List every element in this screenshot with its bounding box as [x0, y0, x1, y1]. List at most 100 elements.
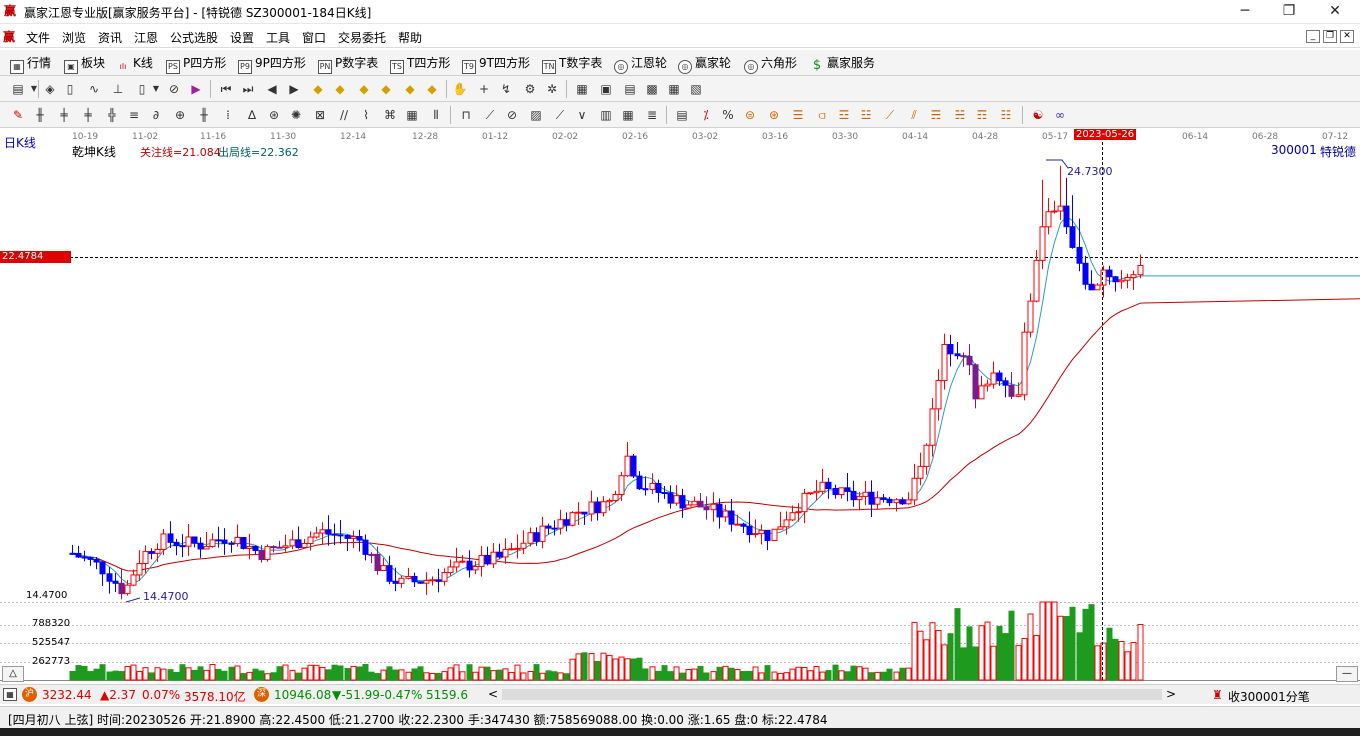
winner-wheel-button[interactable]: ◎ 赢家轮	[678, 55, 731, 74]
restore-button[interactable]: ❐	[1266, 0, 1312, 24]
calendar-icon[interactable]: ▦	[574, 81, 590, 97]
mdi-minimize-icon[interactable]: _	[1306, 30, 1320, 43]
tool3-icon[interactable]: ╪	[80, 107, 96, 123]
tool40-icon[interactable]: ☶	[974, 107, 990, 123]
tool12-icon[interactable]: ✺	[288, 107, 304, 123]
tool27-icon[interactable]: ≣	[644, 107, 660, 123]
pen-icon[interactable]: ✎	[10, 107, 26, 123]
clear-icon[interactable]: ⊘	[166, 81, 182, 97]
p-square-button[interactable]: PS P四方形	[166, 55, 226, 74]
tool37-icon[interactable]: ⫽	[906, 107, 922, 123]
tool39-icon[interactable]: ☵	[952, 107, 968, 123]
tool41-icon[interactable]: ☷	[998, 107, 1014, 123]
tool30-icon[interactable]: ⊜	[742, 107, 758, 123]
tool22-icon[interactable]: ▨	[528, 107, 544, 123]
gear-pattern-icon[interactable]: ✲	[544, 81, 560, 97]
diamond6-icon[interactable]: ◆	[424, 81, 440, 97]
wave-icon[interactable]: ∿	[86, 81, 102, 97]
kline-button[interactable]: ılı K线	[116, 55, 153, 71]
scroll-left-button[interactable]: <	[488, 687, 498, 701]
grid-icon[interactable]: ▦	[3, 688, 17, 701]
winner-service-button[interactable]: $ 赢家服务	[810, 55, 875, 72]
menu-gann[interactable]: 江恩	[134, 29, 158, 46]
tool34-icon[interactable]: ☲	[836, 107, 852, 123]
zigzag-icon[interactable]: ↯	[498, 81, 514, 97]
tool17-icon[interactable]: ▦	[404, 107, 420, 123]
last-icon[interactable]: ⏭	[240, 81, 256, 97]
menu-trade[interactable]: 交易委托	[338, 29, 386, 46]
horizontal-scrollbar[interactable]	[502, 689, 1162, 700]
kline-chart-panel[interactable]: 10-19 11-02 11-16 11-30 12-14 12-28 01-12 02-02…	[0, 128, 1360, 684]
percent-icon[interactable]: %	[720, 107, 736, 123]
tool9-icon[interactable]: ⁞	[220, 107, 236, 123]
save-icon[interactable]: ▩	[644, 81, 660, 97]
minimize-button[interactable]: ─	[1222, 0, 1268, 24]
table-icon[interactable]: ▤	[622, 81, 638, 97]
diamond2-icon[interactable]: ◆	[332, 81, 348, 97]
tool26-icon[interactable]: ▦	[620, 107, 636, 123]
calculator-icon[interactable]: ▣	[598, 81, 614, 97]
kline-chart[interactable]: 10-19 11-02 11-16 11-30 12-14 12-28 01-12 02-02…	[0, 128, 1360, 684]
tool33-icon[interactable]: ⫏	[814, 107, 830, 123]
mdi-restore-icon[interactable]: ❐	[1323, 30, 1337, 43]
prev-icon[interactable]: ◀	[264, 81, 280, 97]
close-button[interactable]: ✕	[1312, 0, 1358, 24]
infinity-icon[interactable]: ∞	[1052, 107, 1068, 123]
tool2-icon[interactable]: ╪	[56, 107, 72, 123]
tool10-icon[interactable]: ∆	[244, 107, 260, 123]
tool4-icon[interactable]: ╬	[104, 107, 120, 123]
tool24-icon[interactable]: ∨	[574, 107, 590, 123]
tool28-icon[interactable]: ▤	[674, 107, 690, 123]
9t-square-button[interactable]: T9 9T四方形	[462, 55, 530, 74]
tool35-icon[interactable]: ☳	[858, 107, 874, 123]
menu-file[interactable]: 文件	[26, 29, 50, 46]
tool6-icon[interactable]: ∂	[148, 107, 164, 123]
note-icon[interactable]: ▯	[62, 81, 78, 97]
menu-help[interactable]: 帮助	[398, 29, 422, 46]
layout-dropdown-icon[interactable]: ▤	[10, 81, 26, 97]
color-icon[interactable]: ▶	[188, 81, 204, 97]
tool11-icon[interactable]: ⊛	[266, 107, 282, 123]
tool5-icon[interactable]: ≡	[126, 107, 142, 123]
tool25-icon[interactable]: ▥	[598, 107, 614, 123]
collapse-arrow-icon[interactable]: —	[1336, 666, 1358, 682]
menu-tools[interactable]: 工具	[266, 29, 290, 46]
crosshair-icon[interactable]: +	[476, 81, 492, 97]
tool16-icon[interactable]: ⌘	[382, 107, 398, 123]
menu-settings[interactable]: 设置	[230, 29, 254, 46]
tool23-icon[interactable]: ⟋	[552, 107, 568, 123]
tool38-icon[interactable]: ☴	[928, 107, 944, 123]
quotes-button[interactable]: ▦ 行情	[10, 55, 51, 74]
tool7-icon[interactable]: ⊕	[172, 107, 188, 123]
sector-button[interactable]: ▣ 板块	[64, 55, 105, 74]
first-icon[interactable]: ⏮	[218, 81, 234, 97]
tool32-icon[interactable]: ☰	[790, 107, 806, 123]
tool31-icon[interactable]: ⊛	[766, 107, 782, 123]
tool1-icon[interactable]: ╫	[32, 107, 48, 123]
tool18-icon[interactable]: ⫴	[428, 107, 444, 123]
export-icon[interactable]: ▧	[688, 81, 704, 97]
tick-record-label[interactable]: 收300001分笔	[1228, 688, 1310, 705]
tool13-icon[interactable]: ⊠	[312, 107, 328, 123]
diamond3-icon[interactable]: ◆	[356, 81, 372, 97]
hand-icon[interactable]: ✋	[452, 81, 468, 97]
menu-window[interactable]: 窗口	[302, 29, 326, 46]
pattern-icon[interactable]: ⚙	[522, 81, 538, 97]
menu-browse[interactable]: 浏览	[62, 29, 86, 46]
mdi-close-icon[interactable]: ✕	[1340, 30, 1354, 43]
print-icon[interactable]: ▦	[666, 81, 682, 97]
t-square-button[interactable]: TS T四方形	[390, 55, 450, 74]
tool20-icon[interactable]: ⟋	[482, 107, 498, 123]
gann-wheel-button[interactable]: ◎ 江恩轮	[614, 55, 667, 74]
tool15-icon[interactable]: ⌇	[358, 107, 374, 123]
fork-icon[interactable]: ⊥	[110, 81, 126, 97]
tool29-icon[interactable]: ⁒	[698, 107, 714, 123]
yinyang-icon[interactable]: ☯	[1030, 107, 1046, 123]
next-icon[interactable]: ▶	[286, 81, 302, 97]
dropdown-arrow-icon[interactable]: ▼	[26, 81, 42, 97]
scroll-right-button[interactable]: >	[1166, 687, 1176, 701]
diamond4-icon[interactable]: ◆	[378, 81, 394, 97]
hexagon-button[interactable]: ◎ 六角形	[744, 55, 797, 74]
t-number-table-button[interactable]: TN T数字表	[542, 55, 602, 74]
menu-formula[interactable]: 公式选股	[170, 29, 218, 46]
